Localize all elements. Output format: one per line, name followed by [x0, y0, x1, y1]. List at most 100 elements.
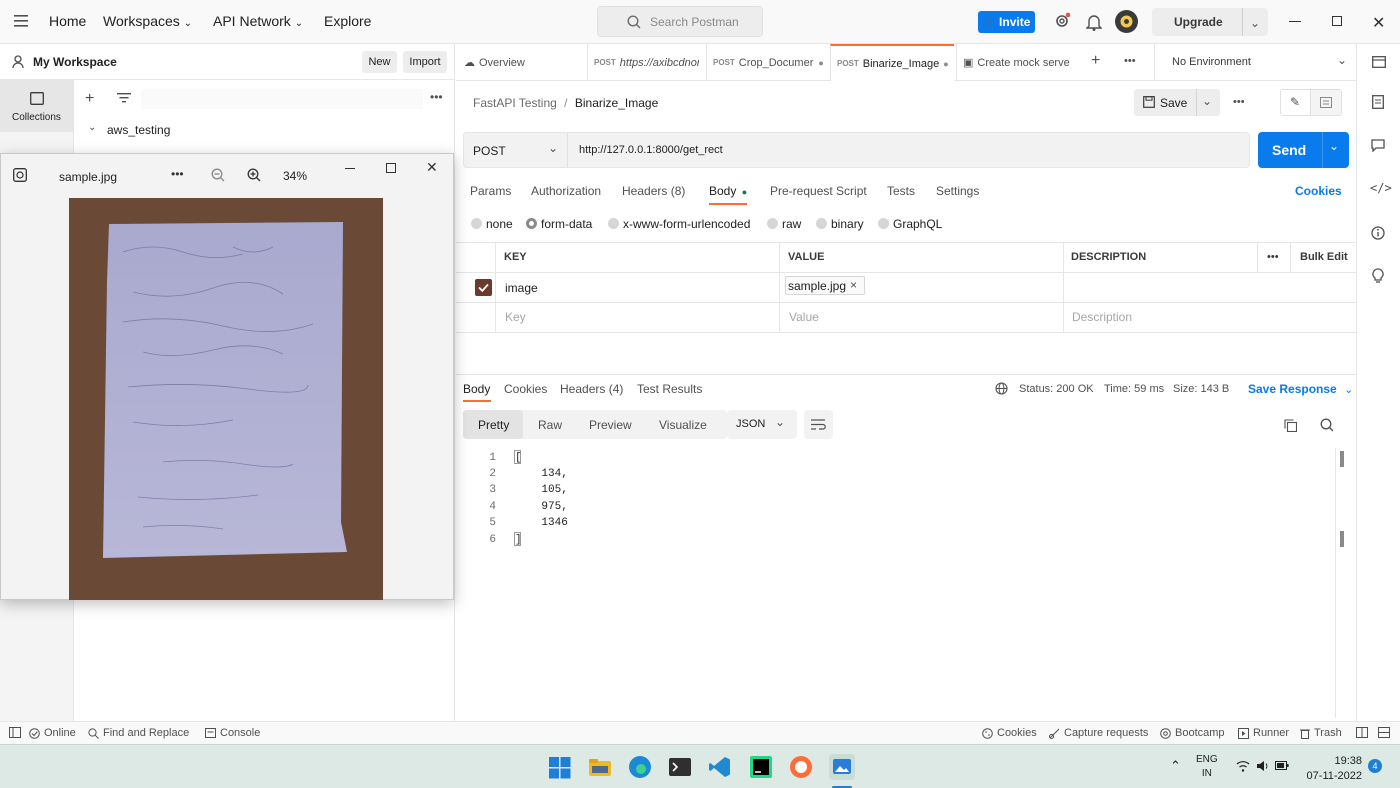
new-button[interactable]: New [362, 51, 397, 73]
language-indicator[interactable]: ENG IN [1196, 753, 1218, 781]
upgrade-button[interactable]: Upgrade ⌄ [1152, 8, 1268, 36]
response-time[interactable]: Time: 59 ms [1104, 383, 1164, 395]
import-button[interactable]: Import [403, 51, 447, 73]
toggle-sidebar-icon[interactable] [9, 727, 21, 738]
copy-icon[interactable] [1284, 419, 1297, 432]
tab-pre-request-script[interactable]: Pre-request Script [770, 184, 867, 198]
edit-mode-button[interactable]: ✎ [1281, 90, 1311, 115]
comments-icon[interactable] [1371, 139, 1385, 152]
windows-start-icon[interactable] [549, 757, 571, 779]
response-tab-test-results[interactable]: Test Results [637, 382, 702, 396]
row-key-cell[interactable]: image [505, 281, 538, 295]
photos-app-icon[interactable] [829, 754, 855, 780]
response-tab-cookies[interactable]: Cookies [504, 382, 547, 396]
collection-item[interactable]: aws_testing [107, 123, 170, 137]
edge-browser-icon[interactable] [628, 755, 652, 779]
chevron-down-icon[interactable]: ⌄ [1329, 139, 1339, 153]
radio-graphql[interactable] [878, 218, 889, 229]
bootcamp-button[interactable]: Bootcamp [1160, 727, 1225, 739]
tab-headers[interactable]: Headers (8) [622, 184, 685, 198]
find-and-replace[interactable]: Find and Replace [88, 727, 189, 739]
wifi-icon[interactable] [1236, 760, 1250, 772]
tab-request-1[interactable]: POST https://axibcdnor [587, 44, 699, 81]
more-options-icon[interactable]: ••• [1267, 242, 1279, 272]
chevron-up-icon[interactable]: ⌃ [1170, 758, 1181, 774]
search-icon[interactable] [1320, 418, 1334, 432]
console-button[interactable]: Console [205, 727, 260, 739]
environment-quicklook[interactable] [1356, 44, 1400, 81]
code-line[interactable]: ] [515, 534, 522, 546]
url-input[interactable]: http://127.0.0.1:8000/get_rect [579, 144, 723, 156]
response-status[interactable]: Status: 200 OK [1019, 383, 1094, 395]
view-tab-raw[interactable]: Raw [538, 410, 562, 439]
online-status[interactable]: Online [29, 727, 76, 739]
save-response-button[interactable]: Save Response ⌄ [1248, 382, 1353, 396]
nav-api-network[interactable]: API Network ⌄ [213, 13, 303, 29]
collection-search-input[interactable] [141, 89, 423, 109]
maximize-icon[interactable] [386, 163, 396, 173]
nav-explore[interactable]: Explore [324, 13, 371, 29]
remove-file-icon[interactable]: × [850, 278, 857, 292]
lightbulb-icon[interactable] [1372, 268, 1384, 283]
tab-overview[interactable]: ☁ Overview [464, 44, 574, 81]
response-size[interactable]: Size: 143 B [1173, 383, 1229, 395]
view-tab-pretty[interactable]: Pretty [478, 410, 509, 439]
terminal-icon[interactable] [668, 755, 692, 779]
nav-workspaces[interactable]: Workspaces ⌄ [103, 13, 192, 29]
chevron-down-icon[interactable]: ⌄ [1202, 94, 1212, 108]
radio-urlencoded[interactable] [608, 218, 619, 229]
trash-button[interactable]: Trash [1300, 727, 1342, 739]
breadcrumb-current[interactable]: Binarize_Image [575, 96, 658, 110]
docs-mode-button[interactable] [1311, 90, 1341, 115]
add-tab-icon[interactable]: + [1091, 52, 1100, 70]
search-input[interactable]: Search Postman [597, 6, 763, 37]
hamburger-menu-icon[interactable] [14, 15, 28, 27]
runner-button[interactable]: Runner [1238, 727, 1289, 739]
info-icon[interactable] [1371, 226, 1385, 240]
cookies-button[interactable]: Cookies [982, 727, 1037, 739]
radio-raw[interactable] [767, 218, 778, 229]
radio-binary[interactable] [816, 218, 827, 229]
minimize-icon[interactable] [1289, 21, 1301, 22]
code-line[interactable]: 105, [515, 484, 567, 496]
environment-selector[interactable]: No Environment ⌄ [1154, 44, 1356, 81]
zoom-in-icon[interactable] [247, 168, 261, 182]
cookies-link[interactable]: Cookies [1295, 184, 1342, 198]
method-select[interactable]: POST ⌄ [464, 133, 568, 167]
help-icon[interactable] [1378, 727, 1390, 738]
nav-home[interactable]: Home [49, 13, 86, 29]
tab-params[interactable]: Params [470, 184, 511, 198]
postman-app-icon[interactable] [789, 755, 813, 779]
value-input[interactable]: Value [789, 310, 819, 324]
breadcrumb-parent[interactable]: FastAPI Testing [473, 96, 557, 110]
row-enabled-checkbox[interactable] [475, 279, 492, 296]
pycharm-icon[interactable] [749, 755, 773, 779]
key-input[interactable]: Key [505, 310, 526, 324]
response-tab-headers[interactable]: Headers (4) [560, 382, 623, 396]
more-options-icon[interactable]: ••• [430, 90, 443, 104]
more-options-icon[interactable]: ••• [1233, 96, 1245, 108]
bulk-edit-link[interactable]: Bulk Edit [1300, 242, 1348, 272]
zoom-out-icon[interactable] [211, 168, 225, 182]
code-line[interactable]: 1346 [515, 517, 567, 529]
view-tab-preview[interactable]: Preview [589, 410, 632, 439]
save-button[interactable]: Save ⌄ [1134, 89, 1220, 116]
tab-request-3-active[interactable]: POST Binarize_Image ● [830, 44, 954, 81]
avatar[interactable] [1115, 10, 1138, 33]
maximize-icon[interactable] [1332, 16, 1342, 26]
notification-badge[interactable]: 4 [1368, 759, 1382, 773]
send-button[interactable]: Send ⌄ [1258, 132, 1349, 168]
filter-icon[interactable] [117, 93, 131, 103]
clock[interactable]: 19:38 07-11-2022 [1306, 754, 1362, 784]
description-input[interactable]: Description [1072, 310, 1132, 324]
sidebar-item-collections[interactable]: Collections [0, 80, 74, 132]
file-chip[interactable]: sample.jpg × [785, 276, 865, 295]
minimize-icon[interactable] [345, 168, 355, 169]
add-collection-icon[interactable]: + [85, 90, 94, 108]
file-explorer-icon[interactable] [588, 755, 612, 779]
code-snippet-icon[interactable]: </> [1370, 181, 1392, 195]
radio-form-data-selected[interactable] [526, 218, 537, 229]
notifications-bell-icon[interactable] [1086, 13, 1102, 31]
settings-icon[interactable] [1053, 12, 1071, 30]
code-line[interactable]: 975, [515, 501, 567, 513]
